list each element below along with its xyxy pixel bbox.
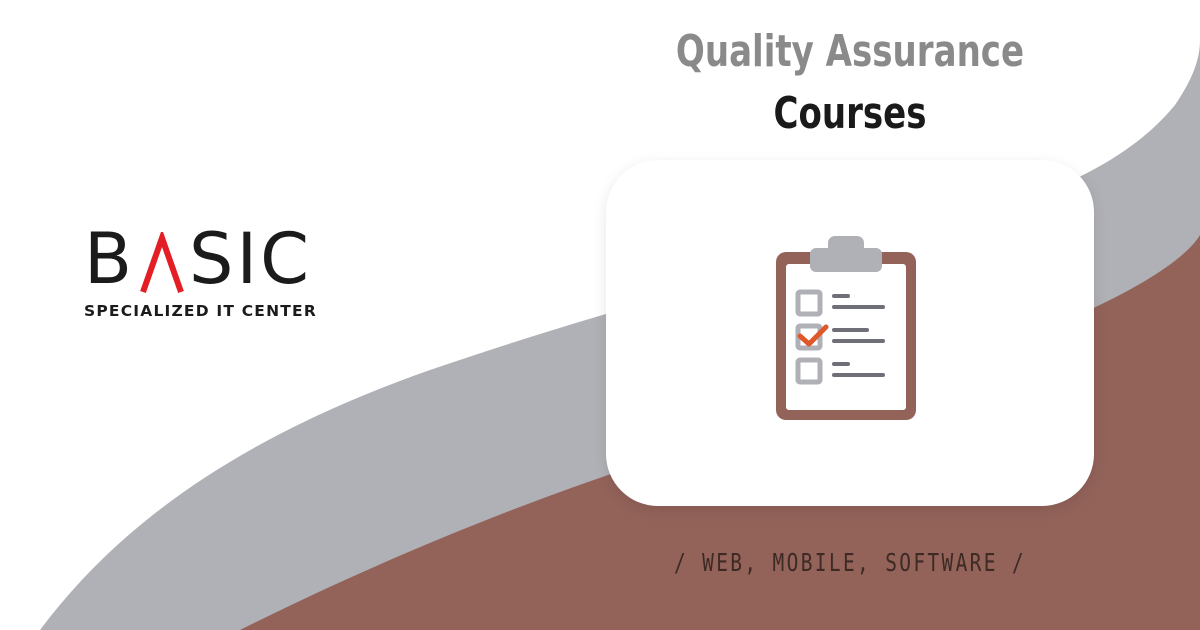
headline-line-1: Quality Assurance (675, 26, 1025, 77)
logo-a-chevron-icon (140, 232, 184, 293)
logo-letters-sic: SIC (189, 218, 312, 300)
banner: B SIC SPECIALIZED IT CENTER Quality Assu… (0, 0, 1200, 630)
headline-line-2: Courses (773, 88, 927, 139)
clipboard-clip-base (810, 248, 882, 272)
icon-card (606, 160, 1094, 506)
tagline: / WEB, MOBILE, SOFTWARE / (673, 548, 1026, 577)
checklist-clipboard-icon (776, 236, 916, 420)
logo-wordmark: B SIC (84, 222, 344, 294)
logo-letter-b: B (84, 218, 136, 300)
logo-subtitle: SPECIALIZED IT CENTER (84, 302, 317, 320)
brand-logo: B SIC SPECIALIZED IT CENTER (84, 222, 344, 320)
